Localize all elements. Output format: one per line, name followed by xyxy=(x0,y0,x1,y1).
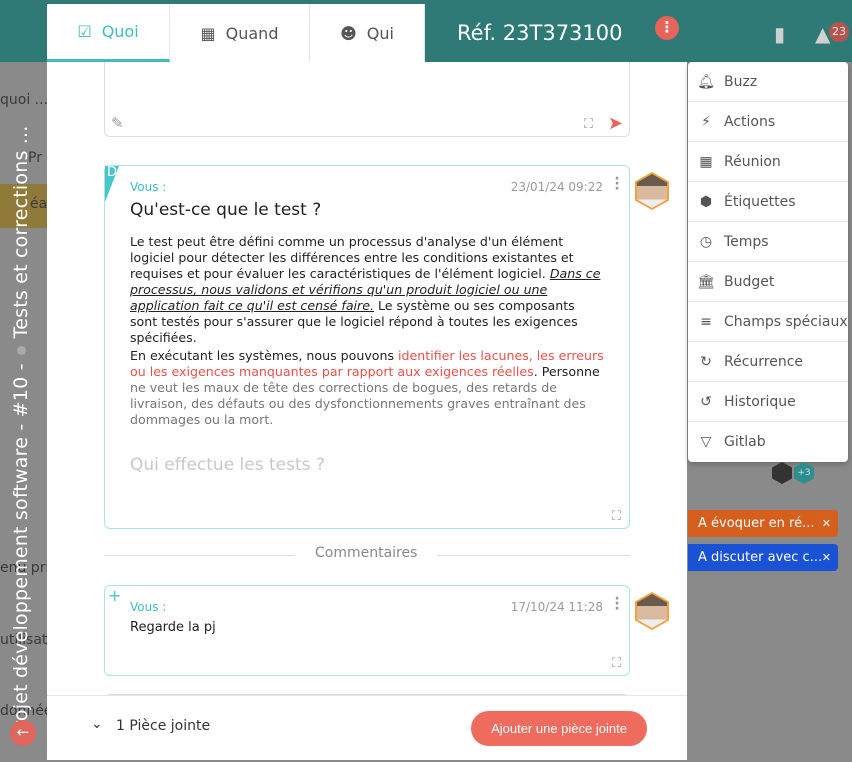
history-icon: ↺ xyxy=(700,393,712,410)
description-corner: D xyxy=(105,165,119,202)
message-editor[interactable]: ✎ ⛶ ➤ xyxy=(104,62,630,137)
comment-card: + Vous : 17/10/24 11:28 · · · Regarde la p… xyxy=(104,585,630,676)
menu-label: Étiquettes xyxy=(724,193,796,210)
close-icon[interactable]: ✕ xyxy=(822,544,831,571)
avatar xyxy=(635,592,669,630)
lightning-icon: ⚡︎ xyxy=(701,113,711,130)
account-circle-icon: ☻ xyxy=(340,23,357,43)
bell-icon[interactable]: ▲ xyxy=(815,22,830,46)
tag-chip[interactable]: A évoquer en ré... ✕ xyxy=(688,510,838,537)
timestamp: 23/01/24 09:22 xyxy=(510,180,603,194)
notification-badge: 23 xyxy=(829,22,849,42)
tag-chip[interactable]: A discuter avec c... ✕ xyxy=(688,544,838,571)
comments-heading: Commentaires xyxy=(295,545,438,561)
task-reference: Réf. 23T373100 xyxy=(457,21,623,45)
author: Vous : xyxy=(130,180,167,194)
kebab-icon[interactable]: · · · xyxy=(613,592,621,616)
tab-qui[interactable]: ☻ Qui xyxy=(310,4,425,62)
menu-item-historique[interactable]: ↺ Historique xyxy=(688,382,848,422)
add-attachment-button[interactable]: Ajouter une pièce jointe xyxy=(471,711,647,746)
task-breadcrumb-vertical: Projet développement software - #10 - Tes… xyxy=(10,125,32,740)
menu-label: Actions xyxy=(724,113,776,130)
timestamp: 17/10/24 11:28 xyxy=(510,600,603,614)
menu-item-temps[interactable]: ◷ Temps xyxy=(688,222,848,262)
description-title: Qu'est-ce que le test ? xyxy=(130,200,322,220)
bg-text: quoi ... xyxy=(0,92,49,108)
description-card: D Vous : 23/01/24 09:22 · · · Qu'est-ce qu… xyxy=(104,165,630,529)
avatar xyxy=(635,172,669,210)
expand-icon[interactable]: ⛶ xyxy=(612,656,621,671)
text: . Personne xyxy=(533,364,600,379)
tab-quoi[interactable]: ☑ Quoi xyxy=(47,4,170,62)
description-subtitle: Qui effectue les tests ? xyxy=(130,455,325,475)
menu-item-budget[interactable]: 🏛︎ Budget xyxy=(688,262,848,302)
attachments-footer: ⌄ 1 Pièce jointe Ajouter une pièce joint… xyxy=(47,695,687,760)
task-modal: ☑ Quoi ▦ Quand ☻ Qui Réf. 23T373100 ⋮ ✎ ⛶ ➤… xyxy=(47,4,687,760)
tab-bar: ☑ Quoi ▦ Quand ☻ Qui Réf. 23T373100 xyxy=(47,4,687,62)
calendar-icon: ▦ xyxy=(699,153,713,170)
bell-icon: 🔔︎ xyxy=(697,73,715,90)
menu-label: Budget xyxy=(724,273,775,290)
clipboard-check-icon: ☑ xyxy=(77,22,92,41)
list-icon: ≡ xyxy=(700,313,712,330)
tab-label: Quand xyxy=(225,23,279,43)
options-menu: 🔔︎ Buzz ⚡︎ Actions ▦ Réunion ⬢ Étiquettes ◷ T… xyxy=(688,62,848,462)
close-icon[interactable]: ✕ xyxy=(822,510,831,537)
menu-label: Historique xyxy=(724,393,796,410)
tab-label: Quoi xyxy=(101,22,139,41)
menu-item-champs-speciaux[interactable]: ≡ Champs spéciaux xyxy=(688,302,848,342)
text: En exécutant les systèmes, nous pouvons xyxy=(130,348,399,363)
kebab-icon[interactable]: · · · xyxy=(613,172,621,196)
pencil-icon[interactable]: ✎ xyxy=(111,114,124,132)
paragraph-2: En exécutant les systèmes, nous pouvons … xyxy=(130,348,605,428)
tab-label: Qui xyxy=(366,23,394,43)
calendar-icon: ▦ xyxy=(200,23,216,43)
project-name: Projet développement software - #10 - xyxy=(10,363,32,740)
menu-item-actions[interactable]: ⚡︎ Actions xyxy=(688,102,848,142)
tag-label: A évoquer en ré... xyxy=(698,516,815,531)
corner-letter: D xyxy=(107,165,118,180)
more-options-button[interactable]: ⋮ xyxy=(655,16,679,40)
menu-label: Réunion xyxy=(724,153,781,170)
menu-label: Champs spéciaux xyxy=(724,313,848,330)
text: Le test peut être défini comme un proces… xyxy=(130,234,574,281)
tag-label: A discuter avec c... xyxy=(698,550,823,565)
menu-item-recurrence[interactable]: ↻ Récurrence xyxy=(688,342,848,382)
task-content: ✎ ⛶ ➤ D Vous : 23/01/24 09:22 · · · Qu'est… xyxy=(47,62,687,695)
status-dot xyxy=(17,346,26,356)
menu-item-buzz[interactable]: 🔔︎ Buzz xyxy=(688,62,848,102)
expand-icon[interactable]: ⛶ xyxy=(584,117,593,132)
author: Vous : xyxy=(130,600,167,614)
menu-label: Buzz xyxy=(724,73,758,90)
bg-text: éa xyxy=(30,196,48,212)
tab-quand[interactable]: ▦ Quand xyxy=(170,4,310,62)
chat-icon[interactable]: ▮ xyxy=(774,22,785,46)
chevron-down-icon[interactable]: ⌄ xyxy=(91,716,103,732)
expand-icon[interactable]: ⛶ xyxy=(612,509,621,524)
text-faded: ne veut les maux de tête des corrections… xyxy=(130,380,586,427)
clock-icon: ◷ xyxy=(699,233,713,250)
menu-item-gitlab[interactable]: ▽ Gitlab xyxy=(688,422,848,462)
menu-item-etiquettes[interactable]: ⬢ Étiquettes xyxy=(688,182,848,222)
sync-icon: ↻ xyxy=(700,353,712,370)
menu-label: Gitlab xyxy=(724,434,766,450)
comment-text: Regarde la pj xyxy=(130,620,216,635)
plus-icon: + xyxy=(108,586,122,605)
menu-item-reunion[interactable]: ▦ Réunion xyxy=(688,142,848,182)
tag-icon: ⬢ xyxy=(699,193,713,210)
send-icon[interactable]: ➤ xyxy=(608,113,623,134)
task-name: Tests et corrections ... xyxy=(10,125,32,339)
paragraph-1: Le test peut être défini comme un proces… xyxy=(130,234,605,346)
menu-label: Temps xyxy=(724,233,769,250)
menu-label: Récurrence xyxy=(724,353,804,370)
gitlab-icon: ▽ xyxy=(700,434,712,450)
attachments-toggle[interactable]: 1 Pièce jointe xyxy=(116,718,210,734)
back-button[interactable]: ← xyxy=(10,720,36,746)
bank-icon: 🏛︎ xyxy=(697,273,715,290)
